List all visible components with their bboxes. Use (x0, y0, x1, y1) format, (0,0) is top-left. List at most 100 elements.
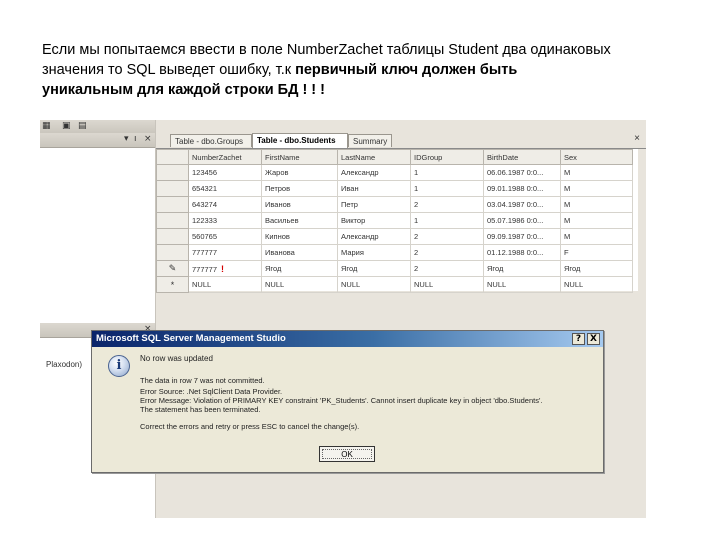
grid-cell[interactable]: Кипнов (261, 228, 338, 245)
table-row[interactable]: 777777 Иванова Мария 2 01.12.1988 0:0...… (156, 244, 633, 261)
grid-cell[interactable]: 1 (410, 212, 484, 229)
grid-cell[interactable]: M (560, 212, 633, 229)
row-selector[interactable] (156, 228, 189, 245)
grid-cell[interactable]: 560765 (188, 228, 262, 245)
grid-cell[interactable]: 2 (410, 244, 484, 261)
grid-cell[interactable]: 2 (410, 196, 484, 213)
caption-line-2-bold: первичный ключ должен быть (295, 62, 518, 78)
column-header[interactable]: LastName (337, 149, 411, 165)
table-row[interactable]: 122333 Васильев Виктор 1 05.07.1986 0:0.… (156, 212, 633, 229)
pencil-icon[interactable]: ✎ (156, 260, 189, 277)
tab-summary[interactable]: Summary (348, 134, 392, 147)
properties-label: Plaxodon) (46, 360, 83, 369)
table-row-new[interactable]: * NULL NULL NULL NULL NULL NULL (156, 276, 633, 293)
table-row-editing[interactable]: ✎ 777777! Ягод Ягод 2 Ягод Ягод (156, 260, 633, 277)
toolbar-icon[interactable]: ▤ (78, 121, 87, 131)
caption-line-1: Если мы попытаемся ввести в поле NumberZ… (42, 42, 611, 58)
pin-icon[interactable]: ▾ (124, 134, 129, 144)
grid-cell[interactable]: 643274 (188, 196, 262, 213)
table-row[interactable]: 123456 Жаров Александр 1 06.06.1987 0:0.… (156, 164, 633, 181)
grid-cell[interactable]: NULL (483, 276, 561, 293)
grid-cell[interactable]: 01.12.1988 0:0... (483, 244, 561, 261)
close-button[interactable]: X (587, 333, 600, 345)
grid-cell[interactable]: NULL (410, 276, 484, 293)
grid-cell[interactable]: 05.07.1986 0:0... (483, 212, 561, 229)
row-selector-header[interactable] (156, 149, 189, 165)
grid-cell[interactable]: Александр (337, 164, 411, 181)
grid-cell[interactable]: Петр (337, 196, 411, 213)
grid-cell[interactable]: NULL (560, 276, 633, 293)
column-header[interactable]: FirstName (261, 149, 338, 165)
grid-cell[interactable]: 122333 (188, 212, 262, 229)
table-grid-area: NumberZachet FirstName LastName IDGroup … (156, 149, 638, 293)
new-row-icon[interactable]: * (156, 276, 189, 293)
grid-cell[interactable]: NULL (337, 276, 411, 293)
ok-button[interactable]: OK (319, 446, 375, 462)
caption-line-2-plain: значения то SQL выведет ошибку, т.к (42, 62, 296, 78)
autohide-icon[interactable]: ı (134, 134, 137, 144)
grid-cell[interactable]: 06.06.1987 0:0... (483, 164, 561, 181)
column-header[interactable]: IDGroup (410, 149, 484, 165)
grid-cell[interactable]: M (560, 164, 633, 181)
grid-cell[interactable]: Ягод (337, 260, 411, 277)
grid-cell[interactable]: M (560, 196, 633, 213)
grid-cell[interactable]: Иван (337, 180, 411, 197)
row-selector[interactable] (156, 180, 189, 197)
tab-students[interactable]: Table - dbo.Students (252, 133, 348, 148)
row-selector[interactable] (156, 244, 189, 261)
grid-cell[interactable]: M (560, 180, 633, 197)
table-row[interactable]: 560765 Кипнов Александр 2 09.09.1987 0:0… (156, 228, 633, 245)
caption-line-2: значения то SQL выведет ошибку, т.к перв… (42, 60, 692, 80)
grid-cell[interactable]: 03.04.1987 0:0... (483, 196, 561, 213)
dialog-message-line: The data in row 7 was not committed. (140, 376, 265, 385)
grid-cell[interactable]: 09.01.1988 0:0... (483, 180, 561, 197)
dialog-titlebar[interactable]: Microsoft SQL Server Management Studio ?… (92, 331, 603, 347)
grid-cell[interactable]: Иванова (261, 244, 338, 261)
dialog-message-line: Correct the errors and retry or press ES… (140, 422, 360, 431)
row-selector[interactable] (156, 212, 189, 229)
info-icon: i (108, 355, 130, 377)
grid-cell[interactable]: 777777! (188, 260, 262, 277)
grid-cell[interactable]: Иванов (261, 196, 338, 213)
dialog-headline: No row was updated (140, 354, 213, 363)
grid-cell[interactable]: F (560, 244, 633, 261)
grid-cell[interactable]: Виктор (337, 212, 411, 229)
table-row[interactable]: 654321 Петров Иван 1 09.01.1988 0:0... M (156, 180, 633, 197)
document-tabs: Table - dbo.Groups Table - dbo.Students … (156, 132, 646, 149)
row-selector[interactable] (156, 164, 189, 181)
column-header[interactable]: BirthDate (483, 149, 561, 165)
grid-cell[interactable]: M (560, 228, 633, 245)
dialog-title: Microsoft SQL Server Management Studio (96, 333, 286, 344)
column-header[interactable]: NumberZachet (188, 149, 262, 165)
grid-cell[interactable]: Васильев (261, 212, 338, 229)
grid-cell[interactable]: 09.09.1987 0:0... (483, 228, 561, 245)
grid-cell[interactable]: 2 (410, 260, 484, 277)
grid-cell[interactable]: Александр (337, 228, 411, 245)
dialog-message-line: Error Source: .Net SqlClient Data Provid… (140, 387, 283, 396)
grid-cell[interactable]: Ягод (483, 260, 561, 277)
students-grid: NumberZachet FirstName LastName IDGroup … (156, 149, 633, 293)
grid-cell[interactable]: 1 (410, 180, 484, 197)
grid-cell[interactable]: NULL (188, 276, 262, 293)
toolbar-icon[interactable]: ▣ (62, 121, 71, 131)
grid-cell[interactable]: 123456 (188, 164, 262, 181)
help-button[interactable]: ? (572, 333, 585, 345)
row-selector[interactable] (156, 196, 189, 213)
grid-cell[interactable]: 2 (410, 228, 484, 245)
grid-cell[interactable]: Петров (261, 180, 338, 197)
table-row[interactable]: 643274 Иванов Петр 2 03.04.1987 0:0... M (156, 196, 633, 213)
grid-cell[interactable]: 654321 (188, 180, 262, 197)
grid-cell[interactable]: Ягод (261, 260, 338, 277)
caption-line-3-bold: уникальным для каждой строки БД ! ! ! (42, 82, 325, 98)
column-header[interactable]: Sex (560, 149, 633, 165)
close-tab-icon[interactable]: × (634, 133, 640, 144)
grid-cell[interactable]: NULL (261, 276, 338, 293)
grid-cell[interactable]: Жаров (261, 164, 338, 181)
close-icon[interactable]: × (144, 134, 152, 144)
tab-groups[interactable]: Table - dbo.Groups (170, 134, 252, 147)
grid-cell[interactable]: 1 (410, 164, 484, 181)
grid-cell[interactable]: 777777 (188, 244, 262, 261)
grid-cell[interactable]: Ягод (560, 260, 633, 277)
grid-cell[interactable]: Мария (337, 244, 411, 261)
toolbar-icon[interactable]: ▦ (42, 121, 51, 131)
